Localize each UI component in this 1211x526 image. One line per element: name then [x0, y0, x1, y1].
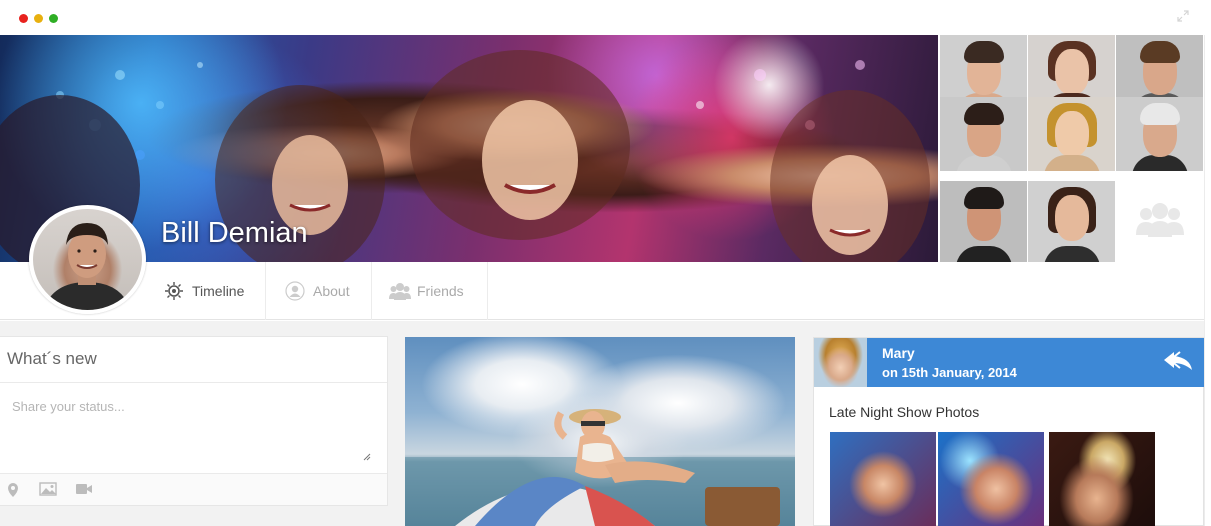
video-icon[interactable] — [75, 482, 93, 498]
tab-about[interactable]: About — [266, 262, 372, 320]
post-photo[interactable] — [405, 337, 795, 526]
maximize-window-button[interactable] — [49, 14, 58, 23]
friends-more-placeholder[interactable] — [1116, 181, 1204, 262]
post-header: Mary on 15th January, 2014 — [814, 338, 1204, 387]
friend-photo[interactable] — [940, 97, 1027, 171]
expand-icon[interactable] — [1177, 10, 1189, 25]
friend-photo[interactable] — [940, 181, 1027, 262]
profile-name: Bill Demian — [161, 217, 308, 249]
post-author[interactable]: Mary — [882, 345, 915, 361]
avatar[interactable] — [814, 338, 867, 387]
post-thumbnail[interactable] — [938, 432, 1044, 526]
avatar[interactable] — [29, 205, 146, 314]
friend-photo[interactable] — [1028, 181, 1115, 262]
user-icon — [285, 281, 305, 301]
tab-label: Timeline — [192, 283, 245, 299]
post-thumbnail[interactable] — [830, 432, 936, 526]
image-icon[interactable] — [39, 482, 57, 498]
close-window-button[interactable] — [19, 14, 28, 23]
post-date: on 15th January, 2014 — [882, 365, 1017, 380]
group-icon — [1116, 199, 1204, 244]
scrollbar-track[interactable] — [1204, 35, 1211, 526]
tab-friends[interactable]: Friends — [372, 262, 488, 320]
friends-icon — [389, 281, 411, 301]
profile-nav: Timeline About Friends — [0, 262, 1204, 320]
status-input[interactable] — [0, 383, 387, 473]
tab-label: About — [313, 283, 350, 299]
reply-all-icon[interactable] — [1162, 348, 1194, 372]
tab-timeline[interactable]: Timeline — [148, 262, 266, 320]
resize-handle-icon[interactable] — [361, 448, 371, 461]
status-card-title: What´s new — [7, 349, 97, 368]
friend-photo[interactable] — [1116, 97, 1203, 171]
friend-photo[interactable] — [1028, 97, 1115, 171]
post-card: Mary on 15th January, 2014 Late Night Sh… — [813, 337, 1204, 526]
timeline-icon — [164, 281, 184, 301]
window-titlebar — [0, 0, 1211, 35]
tab-label: Friends — [417, 283, 464, 299]
status-toolbar — [0, 473, 387, 505]
minimize-window-button[interactable] — [34, 14, 43, 23]
post-caption: Late Night Show Photos — [829, 404, 980, 420]
post-thumbnail[interactable] — [1049, 432, 1155, 526]
location-icon[interactable] — [7, 482, 25, 498]
